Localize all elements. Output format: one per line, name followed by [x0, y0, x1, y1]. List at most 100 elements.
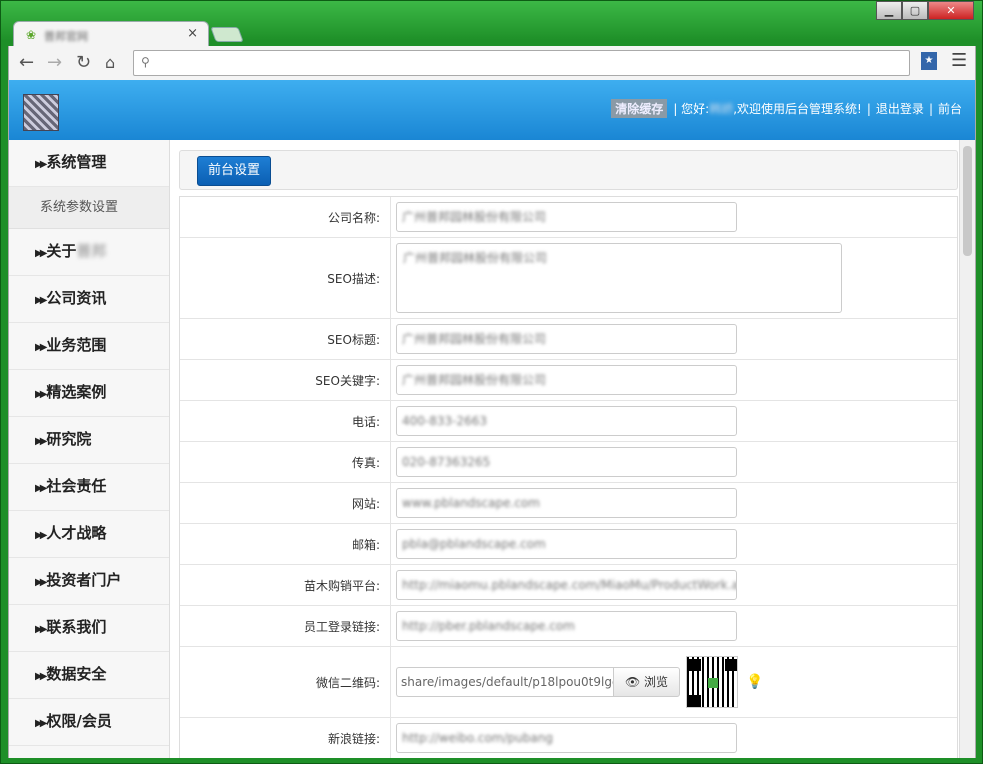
forward-arrow-icon[interactable]: → — [47, 52, 62, 73]
sidebar-item-research[interactable]: ▶▶ 研究院 — [9, 417, 169, 464]
minimize-button[interactable]: ▁ — [876, 1, 902, 20]
input-value: http://pber.pblandscape.com — [402, 619, 575, 633]
seo-description-textarea[interactable]: 广州普邦园林股份有限公司 — [396, 243, 842, 313]
tab-bar: 前台设置 — [179, 150, 958, 190]
sidebar-item-label: 人才战略 — [46, 524, 107, 542]
sidebar-item-system[interactable]: ▶▶ 系统管理 — [9, 140, 169, 187]
double-arrow-icon: ▶▶ — [35, 436, 48, 447]
sidebar-item-label: 关于 — [46, 242, 77, 260]
back-arrow-icon[interactable]: ← — [19, 52, 34, 73]
form-row-phone: 电话: 400-833-2663 — [180, 401, 957, 442]
reload-icon[interactable]: ↻ — [76, 52, 91, 73]
field-label: 员工登录链接: — [180, 606, 391, 646]
sidebar-item-label: 精选案例 — [46, 383, 107, 401]
website-input[interactable]: www.pblandscape.com — [396, 488, 737, 518]
menu-icon[interactable]: ☰ — [951, 50, 967, 71]
sidebar: ▶▶ 系统管理 系统参数设置 ▶▶ 关于普邦 ▶▶ 公司资讯 ▶▶ 业务范围 ▶▶ 精选案… — [9, 140, 170, 758]
browser-window: ▁ ▢ ✕ ❀ 普邦官网 × ← → ↻ ⌂ ⚲ ★ ☰ 清除缓存 | 您好: … — [0, 0, 983, 764]
close-window-button[interactable]: ✕ — [928, 1, 974, 20]
header-nav: 清除缓存 | 您好: 韩娇 ,欢迎使用后台管理系统! | 退出登录 | 前台 — [611, 99, 962, 118]
lightbulb-icon[interactable]: 💡 — [746, 674, 763, 690]
home-icon[interactable]: ⌂ — [105, 53, 115, 72]
sidebar-item-label: 权限/会员 — [46, 712, 112, 730]
sidebar-item-about[interactable]: ▶▶ 关于普邦 — [9, 229, 169, 276]
browser-tab[interactable]: ❀ 普邦官网 × — [13, 21, 209, 47]
sidebar-item-contact[interactable]: ▶▶ 联系我们 — [9, 605, 169, 652]
field-label: 公司名称: — [180, 197, 391, 237]
logout-link[interactable]: 退出登录 — [876, 100, 924, 117]
staff-login-input[interactable]: http://pber.pblandscape.com — [396, 611, 737, 641]
sidebar-item-label: 研究院 — [46, 430, 92, 448]
email-input[interactable]: pbla@pblandscape.com — [396, 529, 737, 559]
admin-header: 清除缓存 | 您好: 韩娇 ,欢迎使用后台管理系统! | 退出登录 | 前台 — [9, 80, 975, 140]
field-label: 传真: — [180, 442, 391, 482]
sidebar-item-investors[interactable]: ▶▶ 投资者门户 — [9, 558, 169, 605]
input-value: 020-87363265 — [402, 455, 491, 469]
file-path-input[interactable]: share/images/default/p18lpou0t9lgdq — [396, 667, 613, 697]
greeting-text: ,欢迎使用后台管理系统! — [733, 102, 862, 116]
double-arrow-icon: ▶▶ — [35, 295, 48, 306]
browse-button[interactable]: 👁 浏览 — [613, 667, 680, 697]
field-label: 电话: — [180, 401, 391, 441]
phone-input[interactable]: 400-833-2663 — [396, 406, 737, 436]
search-icon: ⚲ — [141, 55, 150, 69]
double-arrow-icon: ▶▶ — [35, 624, 48, 635]
sidebar-item-label: 公司资讯 — [46, 289, 107, 307]
sidebar-item-label: 投资者门户 — [46, 571, 122, 589]
double-arrow-icon: ▶▶ — [35, 671, 48, 682]
bookmark-star-icon[interactable]: ★ — [921, 52, 937, 70]
form-row-weibo: 新浪链接: http://weibo.com/pubang — [180, 718, 957, 758]
divider: | — [928, 101, 933, 116]
double-arrow-icon: ▶▶ — [35, 577, 48, 588]
sidebar-item-data-security[interactable]: ▶▶ 数据安全 — [9, 652, 169, 699]
input-value: 广州普邦园林股份有限公司 — [403, 251, 548, 265]
wechat-qr-upload: share/images/default/p18lpou0t9lgdq 👁 浏览 — [396, 667, 680, 697]
sidebar-item-news[interactable]: ▶▶ 公司资讯 — [9, 276, 169, 323]
sidebar-item-talent[interactable]: ▶▶ 人才战略 — [9, 511, 169, 558]
sidebar-item-business[interactable]: ▶▶ 业务范围 — [9, 323, 169, 370]
tab-close-icon[interactable]: × — [187, 26, 198, 41]
seo-title-input[interactable]: 广州普邦园林股份有限公司 — [396, 324, 737, 354]
eye-icon: 👁 — [624, 675, 641, 689]
field-label: SEO关键字: — [180, 360, 391, 400]
scrollbar-thumb[interactable] — [963, 146, 972, 256]
fax-input[interactable]: 020-87363265 — [396, 447, 737, 477]
form-row-seo-keywords: SEO关键字: 广州普邦园林股份有限公司 — [180, 360, 957, 401]
greeting-prefix: | 您好: — [673, 102, 710, 116]
input-value: pbla@pblandscape.com — [402, 537, 546, 551]
double-arrow-icon: ▶▶ — [35, 389, 48, 400]
input-value: 广州普邦园林股份有限公司 — [402, 332, 547, 346]
field-label: 邮箱: — [180, 524, 391, 564]
sidebar-item-label: 业务范围 — [46, 336, 107, 354]
sidebar-item-label-blurred: 普邦 — [76, 242, 107, 260]
sidebar-item-social[interactable]: ▶▶ 社会责任 — [9, 464, 169, 511]
input-value: 广州普邦园林股份有限公司 — [402, 210, 547, 224]
sidebar-item-cases[interactable]: ▶▶ 精选案例 — [9, 370, 169, 417]
company-name-input[interactable]: 广州普邦园林股份有限公司 — [396, 202, 737, 232]
seo-keywords-input[interactable]: 广州普邦园林股份有限公司 — [396, 365, 737, 395]
form-row-fax: 传真: 020-87363265 — [180, 442, 957, 483]
frontend-settings-tab[interactable]: 前台设置 — [197, 156, 271, 186]
maximize-button[interactable]: ▢ — [902, 1, 928, 20]
double-arrow-icon: ▶▶ — [35, 248, 48, 259]
sidebar-subitem-params[interactable]: 系统参数设置 — [9, 187, 169, 229]
new-tab-button[interactable] — [210, 27, 244, 42]
nursery-platform-input[interactable]: http://miaomu.pblandscape.com/MiaoMu/Pro… — [396, 570, 737, 600]
username: 韩娇 — [709, 102, 734, 116]
input-value: www.pblandscape.com — [402, 496, 540, 510]
page-viewport: 清除缓存 | 您好: 韩娇 ,欢迎使用后台管理系统! | 退出登录 | 前台 ▶… — [8, 80, 976, 758]
vertical-scrollbar[interactable] — [959, 140, 975, 758]
form-row-staff-login: 员工登录链接: http://pber.pblandscape.com — [180, 606, 957, 647]
weibo-link-input[interactable]: http://weibo.com/pubang — [396, 723, 737, 753]
frontend-link[interactable]: 前台 — [938, 100, 962, 117]
field-label: 微信二维码: — [180, 647, 391, 717]
address-bar[interactable]: ⚲ — [133, 50, 910, 76]
sidebar-item-permissions[interactable]: ▶▶ 权限/会员 — [9, 699, 169, 746]
input-value: http://weibo.com/pubang — [402, 731, 553, 745]
input-value: 400-833-2663 — [402, 414, 488, 428]
double-arrow-icon: ▶▶ — [35, 342, 48, 353]
clear-cache-button[interactable]: 清除缓存 — [611, 99, 668, 118]
form-row-wechat-qr: 微信二维码: share/images/default/p18lpou0t9lg… — [180, 647, 957, 718]
tab-title: 普邦官网 — [44, 30, 88, 43]
field-label: SEO标题: — [180, 319, 391, 359]
